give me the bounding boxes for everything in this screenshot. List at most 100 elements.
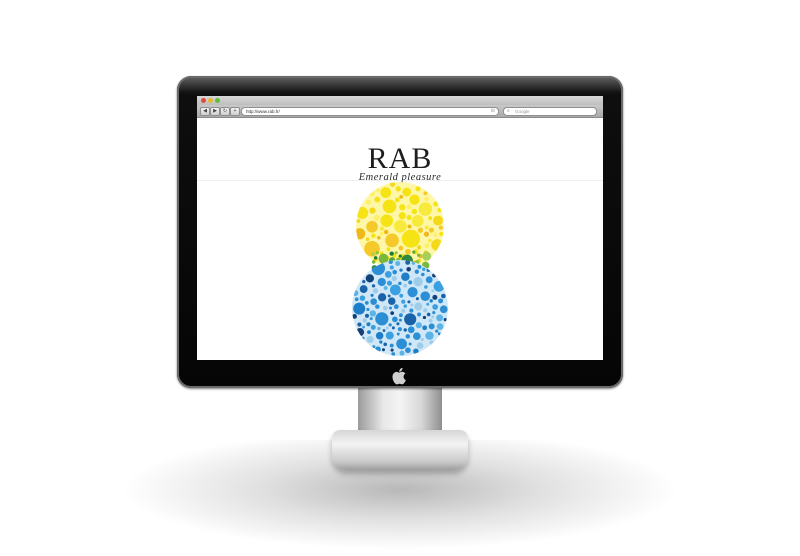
blue-dot — [372, 288, 379, 294]
yellow-dot — [399, 194, 404, 199]
blue-dot — [436, 314, 444, 322]
yellow-dot — [432, 215, 443, 226]
add-bookmark-button[interactable]: + — [230, 107, 240, 116]
yellow-dot — [417, 227, 424, 233]
blue-dot — [388, 323, 392, 327]
yellow-dot — [406, 204, 412, 210]
green-dot — [375, 251, 379, 255]
blue-dot — [426, 268, 431, 273]
search-placeholder: Google — [515, 109, 530, 114]
blue-dot — [370, 324, 376, 330]
close-window-button[interactable] — [201, 98, 206, 103]
blue-dot — [398, 281, 402, 286]
blue-dot — [364, 301, 369, 305]
yellow-dot — [377, 235, 381, 240]
blue-dot — [362, 325, 366, 329]
forward-button[interactable]: ▶ — [210, 107, 220, 116]
blue-dot — [372, 345, 376, 348]
blue-dot — [362, 318, 367, 323]
yellow-dot — [415, 186, 421, 192]
rss-icon[interactable]: ⊙ — [491, 108, 495, 115]
yellow-dot — [356, 219, 361, 223]
blue-dot — [396, 338, 407, 350]
blue-dot — [401, 272, 410, 281]
blue-dot — [401, 299, 406, 304]
yellow-dot — [437, 207, 442, 213]
yellow-dot — [438, 225, 443, 230]
address-bar[interactable]: http://www.rab.fr/ ⊙ — [241, 107, 499, 116]
browser-toolbar: ◀ ▶ ↻ + http://www.rab.fr/ ⊙ ⌕ Google — [197, 105, 603, 118]
minimize-window-button[interactable] — [208, 98, 213, 103]
blue-dot — [383, 342, 387, 347]
blue-dot — [396, 322, 400, 326]
blue-dot — [436, 323, 444, 330]
blue-dot — [413, 332, 421, 341]
blue-dot — [407, 300, 411, 304]
blue-dot — [433, 281, 445, 292]
yellow-dot — [365, 199, 371, 205]
blue-dot — [379, 340, 383, 344]
blue-dot — [392, 316, 398, 323]
yellow-dot — [380, 214, 394, 227]
green-dot — [412, 250, 416, 254]
yellow-dot — [366, 220, 378, 233]
blue-dot — [393, 304, 399, 310]
yellow-dot — [416, 245, 422, 250]
blue-dot — [409, 308, 414, 313]
search-input[interactable]: ⌕ Google — [503, 107, 597, 116]
dot-artwork — [352, 182, 448, 356]
blue-dot — [398, 318, 402, 322]
browser-window: ◀ ▶ ↻ + http://www.rab.fr/ ⊙ ⌕ Google RA… — [197, 96, 603, 360]
blue-dot — [399, 293, 404, 298]
blue-dot — [399, 350, 405, 356]
yellow-dot — [432, 232, 438, 237]
blue-dot — [410, 303, 414, 307]
yellow-dot — [431, 239, 443, 251]
yellow-dot — [399, 204, 406, 211]
blue-dot — [416, 342, 424, 349]
blue-dot — [357, 322, 362, 327]
blue-dot — [428, 318, 433, 323]
zoom-window-button[interactable] — [215, 98, 220, 103]
yellow-dot — [411, 208, 418, 215]
blue-dot — [354, 297, 359, 302]
green-dot — [398, 254, 402, 258]
back-button[interactable]: ◀ — [200, 107, 210, 116]
yellow-dot — [402, 187, 412, 197]
blue-dot — [432, 294, 438, 300]
yellow-dot — [374, 196, 381, 203]
blue-dot — [366, 335, 374, 343]
yellow-dot — [379, 231, 384, 236]
monitor-glare — [179, 78, 621, 92]
blue-dot — [438, 298, 444, 304]
blue-dot — [395, 260, 401, 266]
reload-icon[interactable]: ↻ — [220, 107, 230, 116]
blue-dot — [387, 297, 396, 305]
blue-dot — [359, 295, 366, 301]
blue-dot — [431, 289, 435, 293]
blue-dot — [429, 340, 434, 345]
green-dot — [394, 251, 398, 255]
blue-dot — [403, 283, 408, 288]
blue-dot — [422, 315, 427, 320]
yellow-dot — [406, 215, 412, 221]
yellow-dot — [418, 202, 433, 216]
apple-logo-icon — [392, 367, 406, 385]
blue-dot — [383, 305, 388, 311]
yellow-dot — [409, 194, 420, 205]
yellow-dot — [423, 191, 428, 196]
blue-dot — [352, 290, 359, 297]
blue-dot — [389, 265, 394, 270]
blue-dot — [371, 284, 376, 288]
blue-dot — [443, 317, 447, 322]
browser-titlebar — [197, 96, 603, 105]
blue-dot — [367, 330, 371, 335]
yellow-dot — [371, 233, 376, 238]
yellow-dot — [428, 227, 434, 233]
blue-dot — [396, 332, 400, 336]
blue-dot — [429, 299, 433, 303]
blue-dot — [425, 331, 434, 340]
yellow-dot — [380, 187, 392, 198]
yellow-dot — [395, 186, 401, 192]
blue-dot-circle — [352, 260, 448, 356]
